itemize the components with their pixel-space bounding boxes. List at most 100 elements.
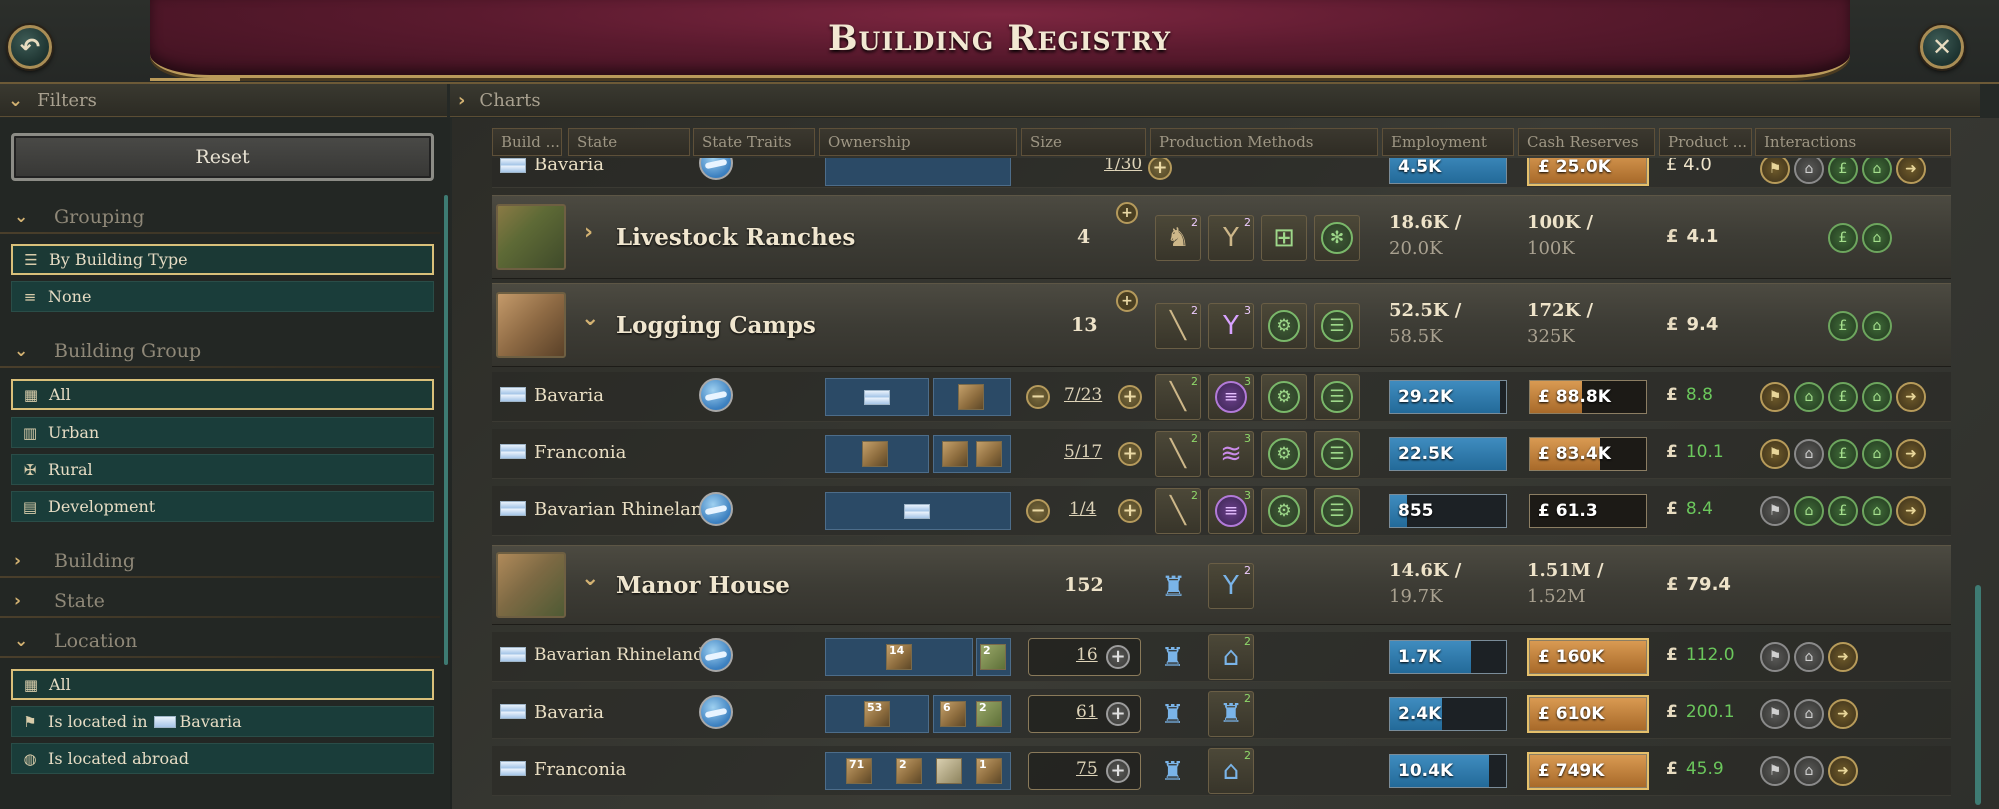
location-option-located-in[interactable]: ⚑ Is located in Bavaria [11, 706, 434, 737]
goto-arrow-icon[interactable]: ➜ [1828, 699, 1858, 729]
nationalize-icon[interactable]: ⌂ [1794, 496, 1824, 526]
goto-arrow-icon[interactable]: ➜ [1828, 756, 1858, 786]
expand-size-button[interactable]: + [1106, 759, 1130, 783]
group-row-manor-house[interactable]: ⌄ Manor House 152 ♜ Y2 14.6K /19.7K 1.51… [492, 545, 1951, 625]
building-filter-header[interactable]: › Building [0, 546, 440, 578]
building-group-header[interactable]: ⌄ Building Group [0, 336, 440, 368]
column-header-cash-reserves[interactable]: Cash Reserves [1518, 128, 1655, 156]
river-trait-icon[interactable] [699, 695, 733, 729]
goto-arrow-icon[interactable]: ➜ [1828, 642, 1858, 672]
expand-size-button[interactable]: + [1106, 702, 1130, 726]
flag-interaction-icon[interactable]: ⚑ [1760, 382, 1790, 412]
river-trait-icon[interactable] [699, 378, 733, 412]
subsidize-icon[interactable]: £ [1828, 496, 1858, 526]
production-method-fork[interactable]: ≡ 3 [1208, 374, 1254, 420]
column-header-interactions[interactable]: Interactions [1755, 128, 1951, 156]
production-method-ownership[interactable]: ☰ [1314, 374, 1360, 420]
ownership-bar[interactable]: 71 2 1 [825, 752, 1011, 790]
column-header-state-traits[interactable]: State Traits [693, 128, 815, 156]
table-row-manor-bavarian-rhineland[interactable]: Bavarian Rhineland 14 2 16 + ♜ ⌂ 2 1.7K £… [492, 632, 1951, 682]
back-button[interactable]: ↶ [8, 25, 52, 69]
state-name[interactable]: Bavarian Rhineland [534, 499, 714, 520]
river-trait-icon[interactable] [699, 158, 733, 180]
goto-arrow-icon[interactable]: ➜ [1896, 496, 1926, 526]
flag-interaction-icon[interactable]: ⚑ [1760, 756, 1790, 786]
downsize-button[interactable]: − [1026, 499, 1050, 523]
location-option-all[interactable]: ▦ All [11, 669, 434, 700]
table-row-manor-franconia[interactable]: Franconia 71 2 1 75 + ♜ ⌂ 2 10.4K £ 749K … [492, 746, 1951, 796]
production-method-ownership[interactable]: ☰ [1314, 488, 1360, 534]
ownership-segment[interactable] [933, 378, 1011, 416]
nationalize-icon[interactable]: ⌂ [1794, 439, 1824, 469]
building-group-option-development[interactable]: ▤ Development [11, 491, 434, 522]
production-method-refrigeration[interactable]: ✻ [1314, 215, 1360, 261]
build-new-button[interactable]: + [1116, 202, 1138, 224]
aristocrats-icon[interactable]: ♜ [1161, 570, 1186, 603]
production-method-estate[interactable]: ⌂ 2 [1208, 748, 1254, 794]
location-option-abroad[interactable]: ◍ Is located abroad [11, 743, 434, 774]
goto-arrow-icon[interactable]: ➜ [1896, 382, 1926, 412]
production-method-estate[interactable]: ⌂ 2 [1208, 634, 1254, 680]
nationalize-icon[interactable]: ⌂ [1794, 642, 1824, 672]
ownership-segment[interactable] [825, 435, 929, 473]
production-method-saws[interactable]: ╲ 2 [1155, 488, 1201, 534]
subsidize-icon[interactable]: £ [1828, 158, 1858, 184]
building-group-option-urban[interactable]: ▥ Urban [11, 417, 434, 448]
river-trait-icon[interactable] [699, 492, 733, 526]
subsidize-icon[interactable]: £ [1828, 223, 1858, 253]
production-method-fork[interactable]: ≡ 3 [1208, 488, 1254, 534]
column-header-productivity[interactable]: Product ... [1659, 128, 1752, 156]
expand-building-icon[interactable]: ⌂ [1862, 223, 1892, 253]
ownership-segment[interactable] [825, 378, 929, 416]
chevron-right-icon[interactable]: › [584, 220, 593, 245]
column-header-employment[interactable]: Employment [1382, 128, 1514, 156]
production-method-fork[interactable]: Y2 [1208, 563, 1254, 609]
aristocrats-icon[interactable]: ♜ [1161, 757, 1184, 787]
state-name[interactable]: Bavaria [534, 702, 604, 723]
table-row[interactable]: Bavaria 1/30 + 4.5K £ 25.0K £ 4.0 ⚑ ⌂ £ … [492, 158, 1951, 188]
column-header-size[interactable]: Size [1021, 128, 1146, 156]
ownership-segment[interactable]: 53 [825, 695, 929, 733]
table-row-manor-bavaria[interactable]: Bavaria 53 62 61 + ♜ ♜ 2 2.4K £ 610K £200… [492, 689, 1951, 739]
expand-building-icon[interactable]: ⌂ [1862, 382, 1892, 412]
building-group-option-rural[interactable]: ✠ Rural [11, 454, 434, 485]
goto-arrow-icon[interactable]: ➜ [1896, 439, 1926, 469]
grouping-header[interactable]: ⌄ Grouping [0, 202, 440, 234]
expand-size-button[interactable]: + [1118, 442, 1142, 466]
state-name[interactable]: Bavaria [534, 385, 604, 406]
build-new-button[interactable]: + [1116, 290, 1138, 312]
production-method-transport[interactable]: ⚙ [1261, 431, 1307, 477]
production-method-estate[interactable]: ♜ 2 [1208, 691, 1254, 737]
production-method-transport[interactable]: ⚙ [1261, 488, 1307, 534]
table-row-logging-franconia[interactable]: Franconia 5/17 + ╲ 2 ≋ 3 ⚙ ☰ 22.5K £ 83.4K… [492, 429, 1951, 479]
nationalize-icon[interactable]: ⌂ [1794, 158, 1824, 184]
column-header-ownership[interactable]: Ownership [819, 128, 1017, 156]
aristocrats-icon[interactable]: ♜ [1161, 700, 1184, 730]
table-row-logging-bavarian-rhineland[interactable]: Bavarian Rhineland − 1/4 + ╲ 2 ≡ 3 ⚙ ☰ 855… [492, 486, 1951, 536]
flag-interaction-icon[interactable]: ⚑ [1760, 642, 1790, 672]
reset-button[interactable]: Reset [11, 133, 434, 181]
state-name[interactable]: Bavarian Rhineland [534, 645, 704, 665]
expand-building-icon[interactable]: ⌂ [1862, 439, 1892, 469]
expand-building-icon[interactable]: ⌂ [1862, 158, 1892, 184]
expand-building-icon[interactable]: ⌂ [1862, 311, 1892, 341]
production-method-fencing[interactable]: ⊞ [1261, 215, 1307, 261]
column-header-production-methods[interactable]: Production Methods [1150, 128, 1378, 156]
table-scrollbar[interactable] [1975, 585, 1981, 805]
production-method-transport[interactable]: ⚙ [1261, 374, 1307, 420]
production-method-fork[interactable]: ≋ 3 [1208, 431, 1254, 477]
downsize-button[interactable]: − [1026, 385, 1050, 409]
group-row-livestock-ranches[interactable]: › Livestock Ranches + 4 ♞ 2 Y2 ⊞ ✻ 18.6K … [492, 195, 1951, 279]
chevron-down-icon[interactable]: ⌄ [581, 566, 599, 591]
ownership-segment[interactable] [933, 435, 1011, 473]
nationalize-icon[interactable]: ⌂ [1794, 699, 1824, 729]
subsidize-icon[interactable]: £ [1828, 439, 1858, 469]
ownership-segment[interactable]: 62 [933, 695, 1011, 733]
grouping-option-none[interactable]: ≡ None [11, 281, 434, 312]
production-method-saws[interactable]: ╲ 2 [1155, 303, 1201, 349]
location-filter-header[interactable]: ⌄ Location [0, 626, 440, 658]
filters-header[interactable]: ⌄ Filters [0, 84, 447, 117]
flag-interaction-icon[interactable]: ⚑ [1760, 439, 1790, 469]
state-name[interactable]: Bavaria [534, 158, 604, 175]
state-name[interactable]: Franconia [534, 759, 626, 780]
